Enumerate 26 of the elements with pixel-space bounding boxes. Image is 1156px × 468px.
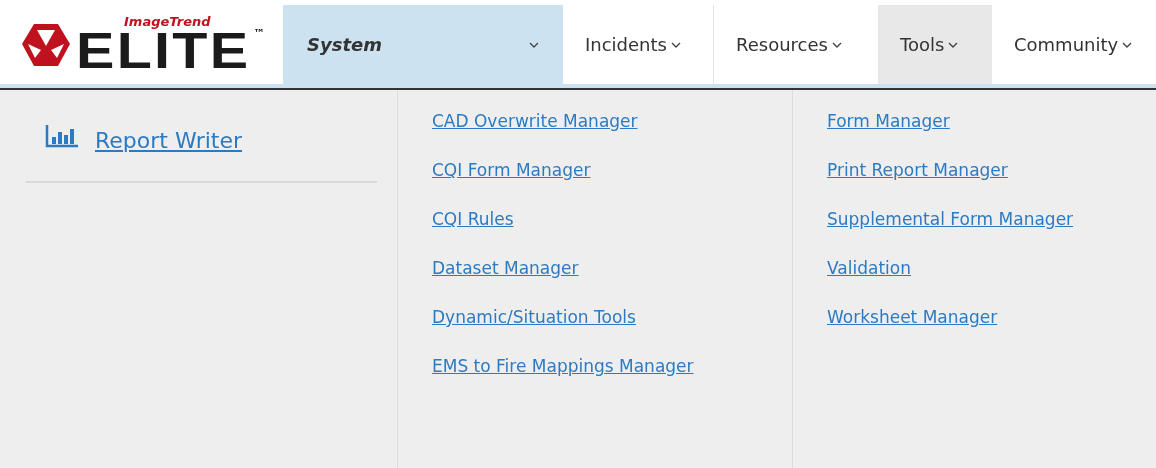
nav-tab[interactable]: Resources bbox=[714, 5, 878, 84]
chevron-down-icon bbox=[948, 41, 959, 48]
menu-link[interactable]: Validation bbox=[827, 257, 911, 280]
nav-tab[interactable]: System bbox=[283, 5, 563, 84]
chevron-down-icon bbox=[1122, 41, 1133, 48]
chevron-down-icon bbox=[831, 41, 842, 48]
menu-link[interactable]: EMS to Fire Mappings Manager bbox=[432, 355, 694, 378]
menu-link[interactable]: Supplemental Form Manager bbox=[827, 208, 1074, 231]
nav-tab[interactable]: Community bbox=[992, 5, 1143, 84]
menu-link[interactable]: Form Manager bbox=[827, 110, 950, 133]
menu-link[interactable]: Print Report Manager bbox=[827, 159, 1008, 182]
menu-link[interactable]: CQI Form Manager bbox=[432, 159, 591, 182]
bar-chart-icon bbox=[45, 124, 79, 148]
trademark-mark: ™ bbox=[253, 28, 265, 39]
menu-link[interactable]: CQI Rules bbox=[432, 208, 514, 231]
chevron-down-icon bbox=[529, 41, 539, 48]
product-name: ELITE bbox=[76, 28, 251, 74]
report-writer-link[interactable]: Report Writer bbox=[95, 128, 243, 153]
menu-link[interactable]: Dataset Manager bbox=[432, 257, 579, 280]
menu-link[interactable]: Dynamic/Situation Tools bbox=[432, 306, 636, 329]
nav-tab[interactable]: Tools bbox=[878, 5, 992, 84]
menu-link[interactable]: Worksheet Manager bbox=[827, 306, 998, 329]
chevron-down-icon bbox=[670, 41, 681, 48]
brand-name: ImageTrend bbox=[124, 15, 212, 28]
logo-icon bbox=[20, 21, 72, 68]
menu-link[interactable]: CAD Overwrite Manager bbox=[432, 110, 638, 133]
